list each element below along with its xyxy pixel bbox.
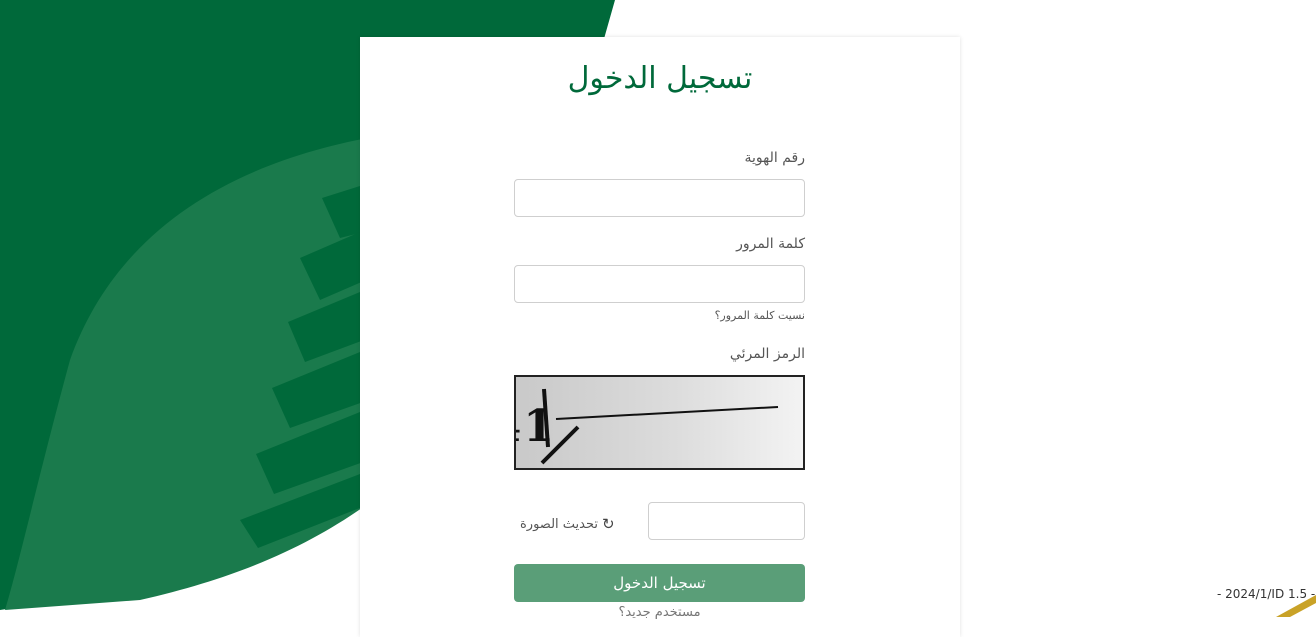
refresh-icon: ↻ (602, 515, 615, 533)
password-input[interactable] (514, 265, 805, 303)
captcha-graphic: 456341 (516, 388, 779, 465)
id-number-label: رقم الهوية (744, 150, 805, 166)
forgot-password-link[interactable]: نسيت كلمة المرور؟ (715, 309, 805, 322)
captcha-label: الرمز المرئي (729, 346, 805, 362)
login-button[interactable]: تسجيل الدخول (514, 564, 805, 602)
refresh-captcha-button[interactable]: ↻ تحديث الصورة (520, 515, 615, 533)
id-number-input[interactable] (514, 179, 805, 217)
login-title: تسجيل الدخول (567, 61, 753, 96)
login-card: تسجيل الدخول رقم الهوية كلمة المرور نسيت… (360, 37, 960, 637)
password-label: كلمة المرور (736, 236, 805, 252)
captcha-input[interactable] (648, 502, 805, 540)
refresh-captcha-label: تحديث الصورة (520, 516, 598, 532)
new-user-link[interactable]: مستخدم جديد؟ (514, 605, 805, 620)
captcha-image: 456341 (514, 375, 805, 470)
captcha-code-text: 456341 (516, 401, 556, 452)
version-text: - 2024/1/ID 1.5 - 7 (1217, 587, 1316, 601)
